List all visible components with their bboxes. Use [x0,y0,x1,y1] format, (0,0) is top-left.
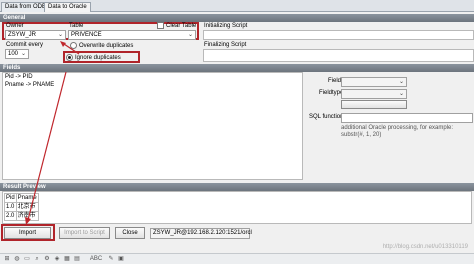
shield-icon[interactable]: ◈ [53,256,61,263]
arrow-to-import [27,71,67,221]
app-icon[interactable]: ▤ [73,256,81,263]
folder-icon[interactable]: ▭ [23,256,31,263]
ime-icon[interactable]: ABC [89,256,103,263]
search-icon[interactable]: ⌕ [33,256,41,263]
taskbar: ⊞ ◍ ▭ ⌕ ⚙ ◈ ▦ ▤ ABC ✎ ▣ [0,253,474,264]
globe-icon[interactable]: ◍ [13,256,21,263]
arrowhead [60,41,66,47]
annotation-arrows [25,41,80,225]
arrowhead [25,217,31,225]
windows-icon[interactable]: ⊞ [3,256,11,263]
app-icon[interactable]: ▣ [117,256,125,263]
pen-icon[interactable]: ✎ [107,256,115,263]
app-icon[interactable]: ▦ [63,256,71,263]
arrow-to-overwrite [63,43,80,55]
settings-icon[interactable]: ⚙ [43,256,51,263]
watermark: http://blog.csdn.net/u013310119 [382,244,468,250]
